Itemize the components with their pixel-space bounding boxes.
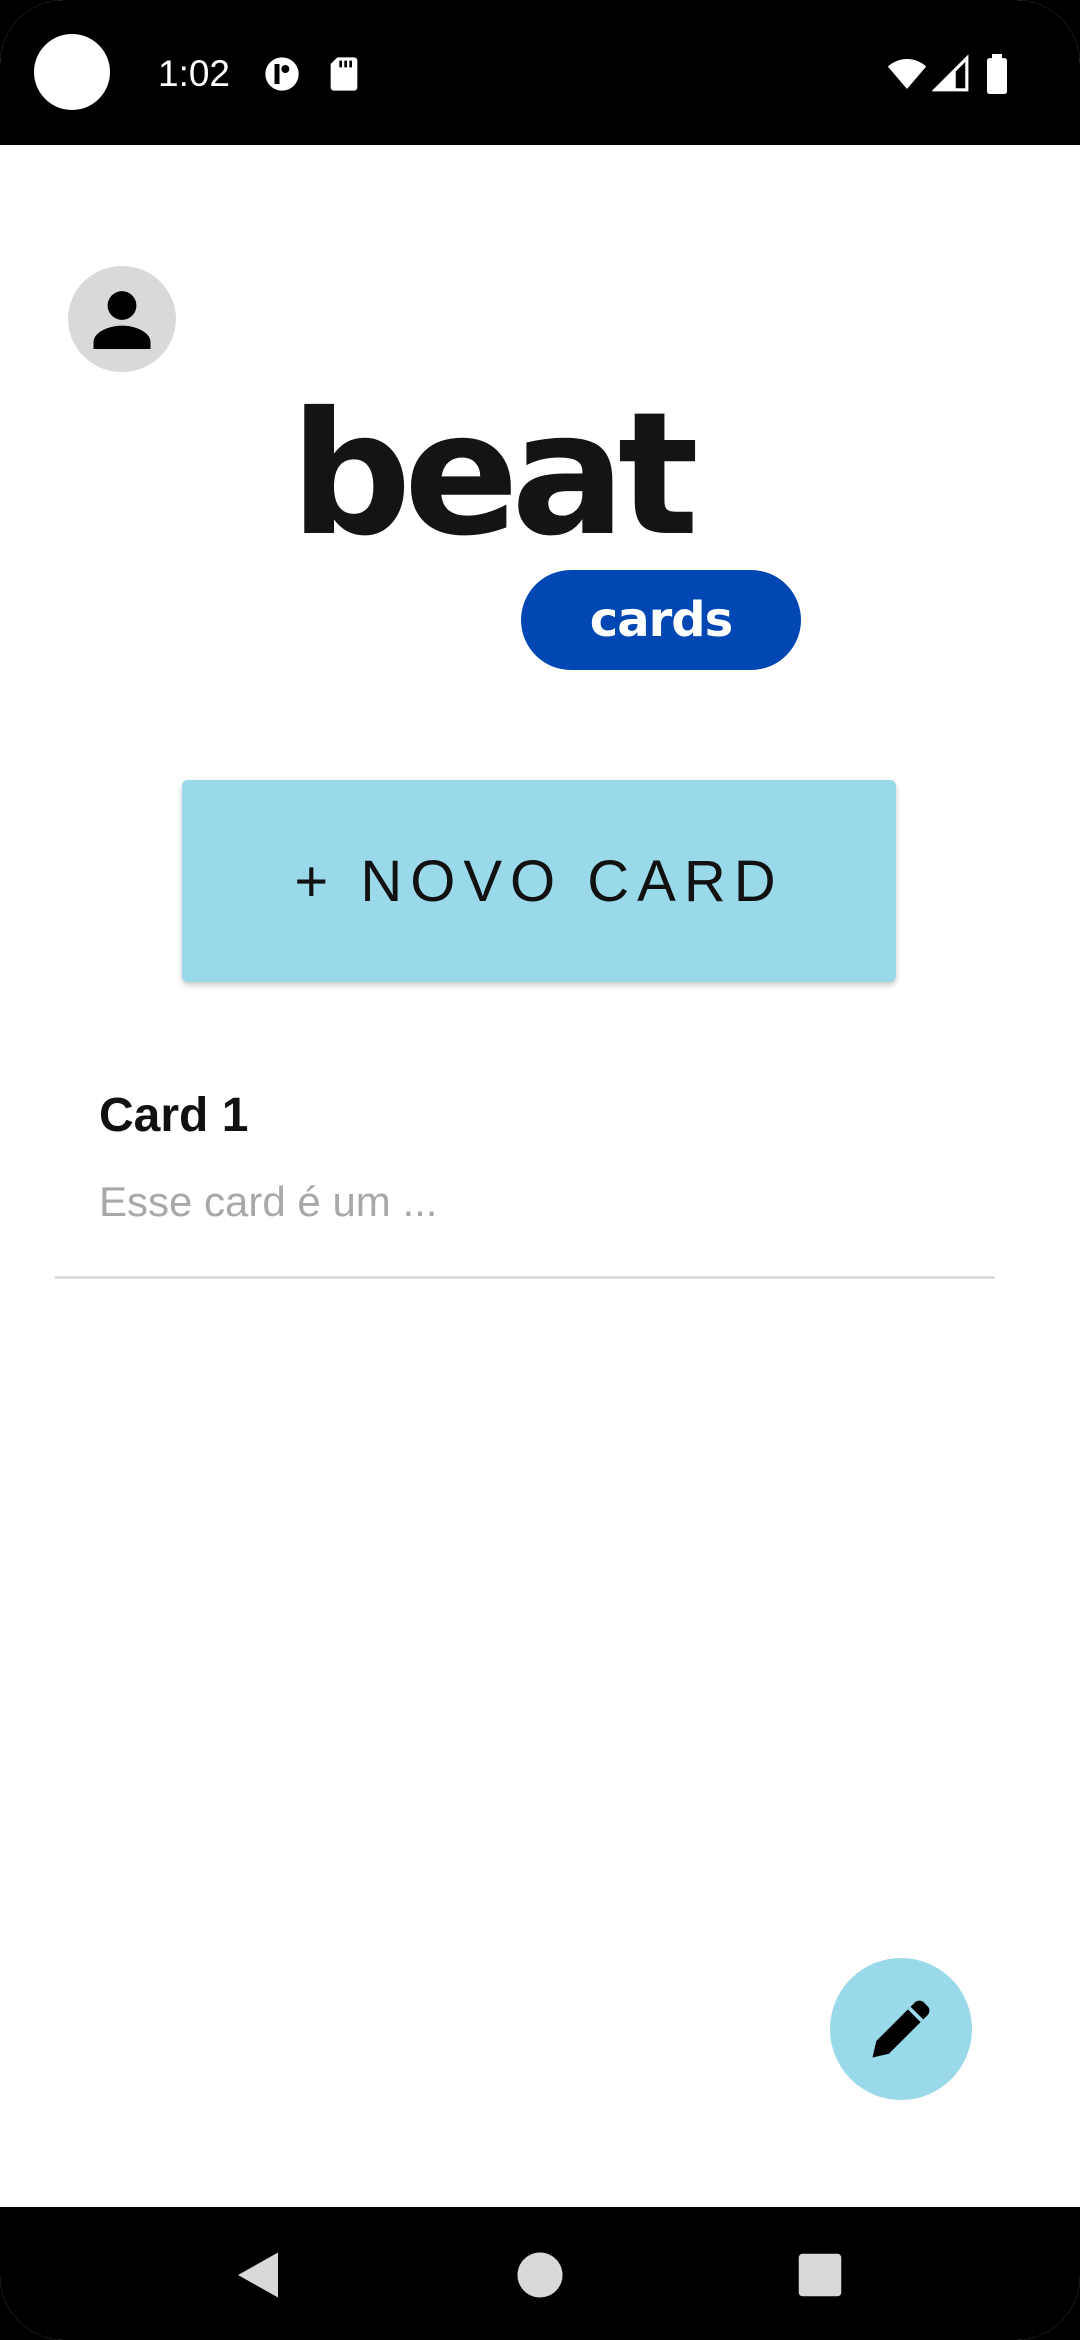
card-description: Esse card é um ... xyxy=(99,1178,438,1225)
camera-cutout xyxy=(34,34,110,110)
logo-badge: cards xyxy=(521,570,801,670)
pencil-icon xyxy=(863,1991,939,2067)
navigation-bar xyxy=(0,2207,1080,2340)
wifi-icon xyxy=(886,54,928,94)
data-saver-icon xyxy=(262,54,302,94)
person-icon xyxy=(86,283,158,355)
battery-icon xyxy=(982,54,1012,94)
profile-button[interactable] xyxy=(68,266,176,372)
home-icon[interactable] xyxy=(510,2245,570,2305)
list-item[interactable]: Card 1 Esse card é um ... xyxy=(55,1060,995,1279)
edit-fab[interactable] xyxy=(830,1958,972,2100)
status-time: 1:02 xyxy=(158,53,231,94)
cell-signal-icon xyxy=(932,54,970,94)
status-bar: 1:02 xyxy=(0,0,1080,145)
new-card-button[interactable]: + NOVO CARD xyxy=(182,780,896,982)
app-screen: 1:02 beat cards + NOVO CARD Card 1 Esse … xyxy=(0,0,1080,2340)
beat-cards-logo: beat cards xyxy=(280,380,840,690)
sd-card-icon xyxy=(324,54,364,94)
logo-word: beat xyxy=(290,376,699,574)
recents-icon[interactable] xyxy=(790,2245,850,2305)
card-title: Card 1 xyxy=(99,1089,249,1142)
back-icon[interactable] xyxy=(228,2245,288,2305)
